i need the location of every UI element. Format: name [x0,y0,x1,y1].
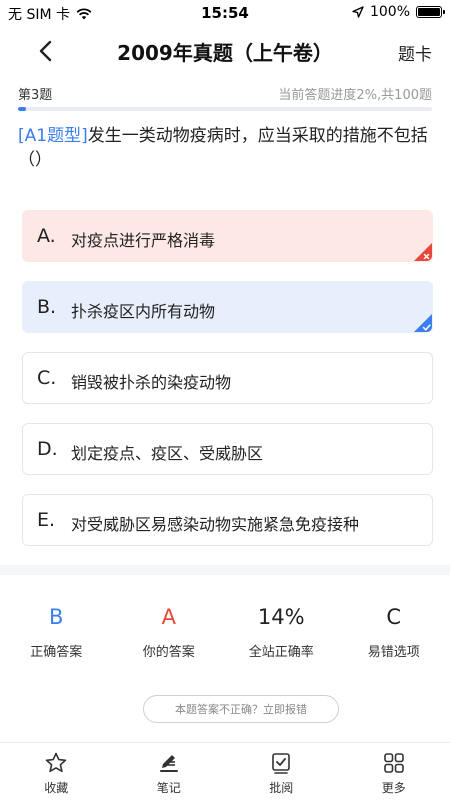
progress-text: 当前答题进度2%,共100题 [278,88,432,103]
tab-label: 更多 [381,781,406,795]
progress-bar-fill [18,107,27,111]
answer-card-button[interactable]: 题卡 [398,40,432,65]
option-text: 对受威胁区易感染动物实施紧急免疫接种 [71,515,360,534]
progress-row: 第3题 当前答题进度2%,共100题 [18,84,432,104]
question-number: 第3题 [18,88,53,103]
stat-accuracy: 14% 全站正确率 [225,605,338,665]
question-type-tag: [A1题型] [18,126,88,146]
stat-value: 14% [257,605,305,629]
option-letter: C. [37,367,57,389]
stat-label: 正确答案 [30,645,83,660]
location-arrow-icon [352,6,364,18]
stat-common-mistake: C 易错选项 [338,605,450,665]
stat-label: 你的答案 [142,645,195,660]
section-divider [0,565,450,575]
option-letter: D. [37,438,58,460]
option-text: 划定疫点、疫区、受威胁区 [71,444,264,463]
note-icon [159,755,178,772]
answer-stats: B 正确答案 A 你的答案 14% 全站正确率 C 易错选项 [0,605,450,665]
report-error-button[interactable]: 本题答案不正确？立即报错 [143,695,339,723]
progress-bar [18,107,432,111]
tab-favorite[interactable]: 收藏 [0,743,113,800]
stat-value: C [386,605,402,629]
stat-label: 全站正确率 [248,645,314,660]
option-a[interactable]: A. 对疫点进行严格消毒 [22,210,433,262]
bottom-toolbar: 收藏 笔记 批阅 更多 [0,742,450,800]
option-b[interactable]: B. 扑杀疫区内所有动物 [22,281,433,333]
stat-your-answer: A 你的答案 [113,605,226,665]
battery-icon [416,6,445,18]
option-c[interactable]: C. 销毁被扑杀的染疫动物 [22,352,433,404]
option-e[interactable]: E. 对受威胁区易感染动物实施紧急免疫接种 [22,494,433,546]
stat-label: 易错选项 [367,645,420,660]
option-d[interactable]: D. 划定疫点、疫区、受威胁区 [22,423,433,475]
status-bar: 无 SIM 卡 15:54 100% [0,0,450,26]
tab-label: 收藏 [44,781,69,795]
page-title: 2009年真题（上午卷） [117,41,333,65]
check-mark-icon [414,314,432,332]
tab-label: 批阅 [269,781,294,795]
tab-more[interactable]: 更多 [338,743,450,800]
option-letter: E. [37,509,56,531]
tab-review[interactable]: 批阅 [225,743,338,800]
nav-bar: 2009年真题（上午卷） 题卡 [0,26,450,76]
option-letter: B. [37,296,57,318]
question-text: [A1题型]发生一类动物疫病时，应当采取的措施不包括（） [18,124,432,172]
stat-value: B [49,605,64,629]
option-text: 销毁被扑杀的染疫动物 [71,373,232,392]
stat-correct-answer: B 正确答案 [0,605,113,665]
option-text: 对疫点进行严格消毒 [71,231,216,250]
wrong-mark-icon [414,243,432,261]
tab-notes[interactable]: 笔记 [113,743,226,800]
star-icon [46,752,67,773]
option-text: 扑杀疫区内所有动物 [71,302,216,321]
stat-value: A [161,605,176,629]
review-icon [272,753,291,774]
option-letter: A. [37,225,56,247]
status-right: 100% [352,4,445,20]
grid-icon [383,753,404,773]
tab-label: 笔记 [156,781,181,795]
battery-percent: 100% [369,4,410,20]
